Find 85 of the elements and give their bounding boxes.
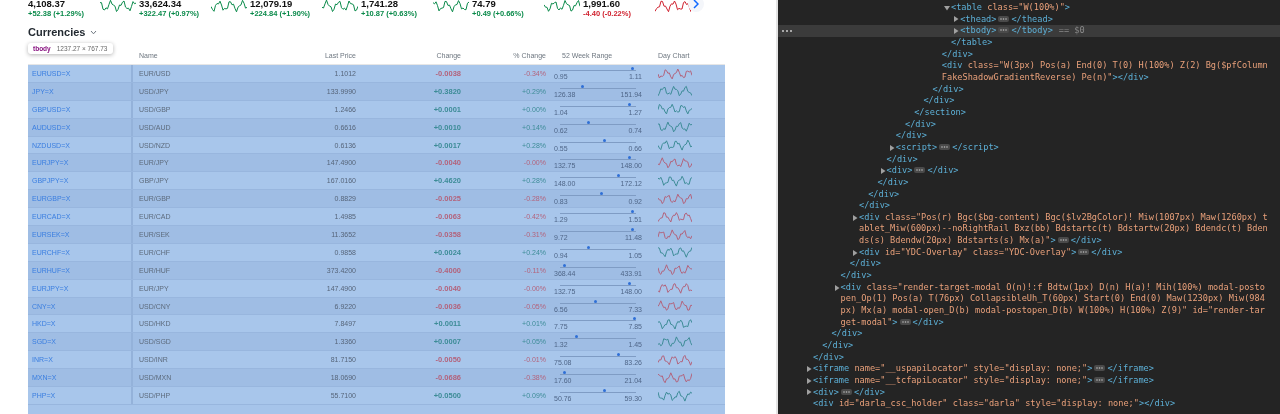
ticker-value: 1,741.28 [361,0,399,9]
collapsed-triangle-icon[interactable] [888,144,895,151]
chevron-down-icon[interactable] [90,29,98,35]
day-sparkline [658,191,692,206]
ellipsis-icon[interactable] [939,143,951,150]
dom-node-line[interactable]: <div> </div> [778,165,1280,177]
ticker-value: 74.79 [472,0,497,9]
dom-node-line[interactable]: <div> </div> [778,386,1280,399]
dom-node-line[interactable]: <div class="Pos(r) Bgc($bg-content) Bgc($lv2BgColor)! Miw(1007px) Maw(1260px) tablet_Miw(600px)--noRightRail Bxz(bb) Bdstartc(t) Bdstartw(20px) Bdendc(t) Bdends(s) Bdendw(20px) Bdstarts(s) Mx(a)"> </div> [778,211,1280,247]
section-title: Currencies [28,26,86,38]
collapsed-triangle-icon[interactable] [806,377,812,384]
ticker-value: 33,624.34 [139,0,183,9]
closing-tag: </div> [923,95,955,107]
closing-tag: </div> [886,153,918,166]
day-sparkline [658,370,692,385]
closing-tag: </div> [877,176,909,189]
chevron-right-icon[interactable] [693,0,699,9]
collapsed-triangle-icon[interactable] [852,214,858,221]
collapsed-triangle-icon[interactable] [806,389,812,396]
ellipsis-icon[interactable] [899,318,911,325]
next-arrow-button[interactable] [688,0,704,12]
day-sparkline [658,316,692,331]
ellipsis-icon[interactable] [1094,365,1106,372]
dom-node-line[interactable]: <div class="W(3px) Pos(a) End(0) T(0) H(100%) Z(2) Bg($pfColumnFakeShadowGradientReverse) Pe(n)"></div> [778,60,1280,84]
day-sparkline [658,138,692,153]
dom-node-line[interactable]: <table class="W(100%)"> [778,2,1280,14]
collapsed-triangle-icon[interactable] [953,16,960,23]
dom-node-line[interactable]: <thead> </thead> [778,13,1280,26]
ellipsis-icon[interactable] [1094,377,1106,383]
ellipsis-icon[interactable] [840,388,852,395]
ticker-sparkline [544,0,580,14]
ellipsis-icon[interactable] [1078,248,1090,255]
closing-tag: </div> [905,118,937,131]
closing-tag: </table> [951,36,993,49]
dom-node-line[interactable]: <div id="darla_csc_holder" class="darla" style="display: none;"></div> [778,398,1280,410]
closing-tag: </section> [914,106,966,119]
day-sparkline [658,227,692,242]
day-sparkline [658,281,692,296]
closing-tag: </div> [941,48,973,61]
closing-tag: </div> [831,328,863,341]
day-sparkline [658,299,692,314]
dom-node-line[interactable]: <div class="render-target-modal O(n)!:f Bdtw(1px) D(n) H(a)! Mih(100%) modal-postopen_Op(1) Pos(a) T(76px) CollapsibleUh_T(60px) Start(0) End(0) Maw(1230px) Miw(984px) Mx(a) modal-open_D(b) modal-postopen_D(b) W(100%) H(100%) Z(9)" id="render-target-modal"> </div> [778,281,1280,329]
ticker-sparkline [211,0,247,14]
collapsed-triangle-icon[interactable] [852,249,858,256]
closing-tag: </div> [932,83,964,96]
ticker-value: 4,108.37 [28,0,66,9]
day-sparkline [658,334,692,349]
day-sparkline [658,155,692,170]
ticker-sparkline [655,0,691,14]
day-sparkline [658,84,692,99]
closing-tag: </div> [849,258,881,271]
collapsed-triangle-icon[interactable] [953,28,960,35]
ticker-sparkline [322,0,358,14]
collapsed-triangle-icon[interactable] [833,284,840,291]
closing-tag: </div> [840,270,872,282]
ticker-sparkline [433,0,469,14]
expanded-triangle-icon[interactable] [944,4,950,11]
day-sparkline [658,102,692,117]
day-sparkline [658,388,692,403]
ellipsis-icon[interactable] [1057,237,1069,244]
dom-node-line[interactable]: <iframe name="__uspapiLocator" style="display: none;"> </iframe> [778,363,1280,375]
day-sparkline [658,245,692,260]
day-sparkline [658,120,692,135]
closing-tag: </div> [813,351,845,364]
closing-tag: </div> [859,200,891,212]
closing-tag: </div> [895,130,927,142]
closing-tag: </div> [868,188,900,201]
ellipsis-icon[interactable] [914,167,926,174]
ellipsis-icon[interactable] [998,15,1010,22]
ticker-value: 12,079.19 [250,0,294,9]
closing-tag: </div> [822,340,854,352]
dots-icon[interactable] [781,29,793,34]
day-sparkline [658,173,692,188]
ticker-value: 1,991.60 [583,0,621,9]
day-sparkline [658,352,692,367]
dom-node-line[interactable]: <script> </script> [778,141,1280,154]
collapsed-triangle-icon[interactable] [806,366,812,373]
day-sparkline [658,66,692,81]
day-sparkline [658,263,692,278]
ellipsis-icon[interactable] [998,27,1010,34]
collapsed-triangle-icon[interactable] [879,168,886,174]
dom-node-line[interactable]: <div id="YDC-Overlay" class="YDC-Overlay"> </div> [778,246,1280,259]
dom-node-line[interactable]: <iframe name="__tcfapiLocator" style="display: none;"> </iframe> [778,375,1280,387]
day-sparkline [658,209,692,224]
ticker-sparkline [100,0,136,14]
